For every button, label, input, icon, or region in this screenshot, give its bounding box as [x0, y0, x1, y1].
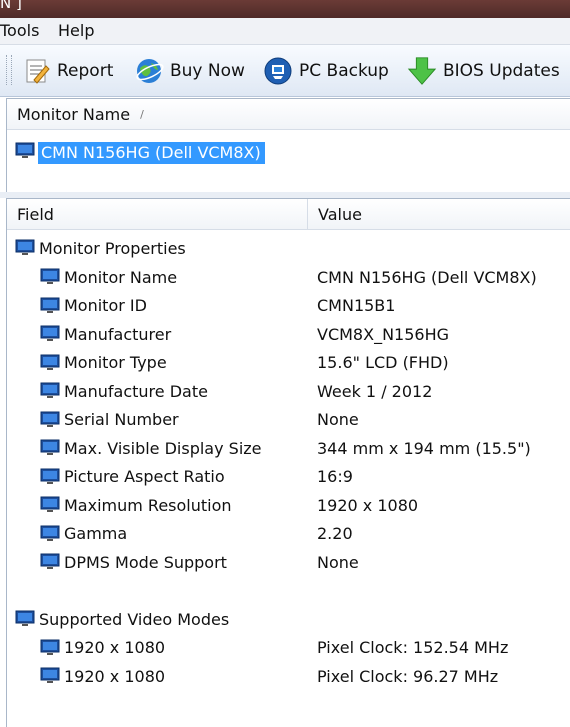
table-row[interactable]: Serial Number None	[7, 406, 570, 434]
window-title: N ]	[0, 0, 22, 12]
group-label: Monitor Properties	[39, 238, 186, 258]
value-header-label: Value	[318, 204, 362, 224]
buy-now-button[interactable]: Buy Now	[133, 54, 245, 88]
field-name: Manufacturer	[64, 324, 172, 344]
field-name: Monitor Name	[64, 267, 178, 287]
value-column-header[interactable]: Value	[308, 199, 570, 230]
monitor-icon	[40, 639, 60, 655]
sort-indicator-icon: /	[140, 107, 144, 121]
field-value: Pixel Clock: 152.54 MHz	[317, 638, 509, 657]
group-label: Supported Video Modes	[39, 609, 230, 629]
window-title-bar: N ]	[0, 0, 570, 18]
monitor-icon	[40, 382, 60, 398]
table-row[interactable]: Manufacture Date Week 1 / 2012	[7, 377, 570, 405]
monitor-icon	[15, 610, 35, 626]
field-value: CMN15B1	[317, 296, 396, 315]
field-value: 2.20	[317, 524, 353, 543]
monitor-icon	[15, 142, 35, 164]
pc-backup-label: PC Backup	[299, 61, 389, 81]
down-arrow-icon	[406, 55, 438, 87]
monitor-icon	[40, 496, 60, 512]
field-column-header[interactable]: Field	[7, 199, 308, 230]
field-name: Max. Visible Display Size	[64, 438, 262, 458]
table-row[interactable]: DPMS Mode Support None	[7, 548, 570, 576]
table-row[interactable]: Max. Visible Display Size 344 mm x 194 m…	[7, 434, 570, 462]
monitor-name-header-label: Monitor Name	[17, 104, 131, 124]
field-name: DPMS Mode Support	[64, 552, 227, 572]
bios-updates-label: BIOS Updates	[443, 61, 560, 81]
monitor-name-column-header[interactable]: Monitor Name /	[7, 99, 570, 130]
table-row[interactable]: Monitor Name CMN N156HG (Dell VCM8X)	[7, 263, 570, 291]
field-name: Monitor ID	[64, 296, 147, 315]
field-name: 1920 x 1080	[64, 638, 166, 657]
monitor-icon	[40, 468, 60, 484]
table-row[interactable]: 1920 x 1080 Pixel Clock: 152.54 MHz	[7, 634, 570, 662]
report-icon	[20, 55, 52, 87]
field-value: 16:9	[317, 467, 353, 486]
field-value: 1920 x 1080	[317, 495, 419, 515]
report-button[interactable]: Report	[20, 54, 113, 88]
field-value: Week 1 / 2012	[317, 381, 433, 401]
monitor-icon	[40, 325, 60, 341]
monitor-icon	[40, 297, 60, 313]
field-value: 344 mm x 194 mm (15.5")	[317, 438, 531, 458]
report-label: Report	[57, 61, 114, 81]
field-name: Serial Number	[64, 410, 179, 429]
buy-now-label: Buy Now	[170, 61, 245, 81]
monitor-icon	[40, 553, 60, 569]
table-row[interactable]: Maximum Resolution 1920 x 1080	[7, 491, 570, 519]
menu-tools[interactable]: Tools	[0, 21, 39, 40]
field-value: CMN N156HG (Dell VCM8X)	[317, 267, 537, 287]
pc-backup-button[interactable]: PC Backup	[262, 54, 389, 88]
field-name: Picture Aspect Ratio	[64, 467, 225, 486]
selected-monitor-name: CMN N156HG (Dell VCM8X)	[38, 142, 265, 164]
table-row[interactable]: Gamma 2.20	[7, 520, 570, 548]
monitor-icon	[15, 239, 35, 255]
table-row[interactable]: 1920 x 1080 Pixel Clock: 96.27 MHz	[7, 662, 570, 690]
field-value: 15.6" LCD (FHD)	[317, 353, 449, 372]
field-name: Maximum Resolution	[64, 495, 232, 515]
field-header-label: Field	[17, 204, 54, 224]
table-row[interactable]: Manufacturer VCM8X_N156HG	[7, 320, 570, 348]
field-value: None	[317, 552, 359, 572]
field-name: Manufacture Date	[64, 381, 208, 401]
field-value: Pixel Clock: 96.27 MHz	[317, 666, 499, 686]
monitor-icon	[40, 525, 60, 541]
monitor-icon	[40, 439, 60, 455]
toolbar: Report Buy Now PC Backup BIOS Updates	[0, 45, 570, 97]
details-panel: Field Value Monitor Properties Monitor N…	[6, 198, 570, 727]
field-value: VCM8X_N156HG	[317, 324, 449, 344]
monitor-list-panel: Monitor Name / CMN N156HG (Dell VCM8X)	[6, 98, 570, 194]
group-row-monitor-properties[interactable]: Monitor Properties	[7, 234, 570, 262]
bios-updates-button[interactable]: BIOS Updates	[406, 54, 560, 88]
monitor-icon	[40, 411, 60, 427]
table-row[interactable]: Monitor Type 15.6" LCD (FHD)	[7, 349, 570, 377]
table-row[interactable]: Monitor ID CMN15B1	[7, 292, 570, 320]
menu-help[interactable]: Help	[58, 21, 94, 40]
field-name: 1920 x 1080	[64, 666, 166, 686]
group-row-supported-video-modes[interactable]: Supported Video Modes	[7, 605, 570, 633]
field-name: Monitor Type	[64, 353, 167, 372]
monitor-icon	[40, 667, 60, 683]
toolbar-grip[interactable]	[6, 55, 12, 85]
field-name: Gamma	[64, 524, 128, 543]
field-value: None	[317, 410, 359, 429]
menu-bar: Tools Help	[0, 18, 570, 45]
table-row[interactable]: Picture Aspect Ratio 16:9	[7, 463, 570, 491]
monitor-list-item[interactable]: CMN N156HG (Dell VCM8X)	[15, 141, 265, 165]
globe-icon	[133, 55, 165, 87]
backup-icon	[262, 55, 294, 87]
monitor-icon	[40, 268, 60, 284]
monitor-icon	[40, 354, 60, 370]
